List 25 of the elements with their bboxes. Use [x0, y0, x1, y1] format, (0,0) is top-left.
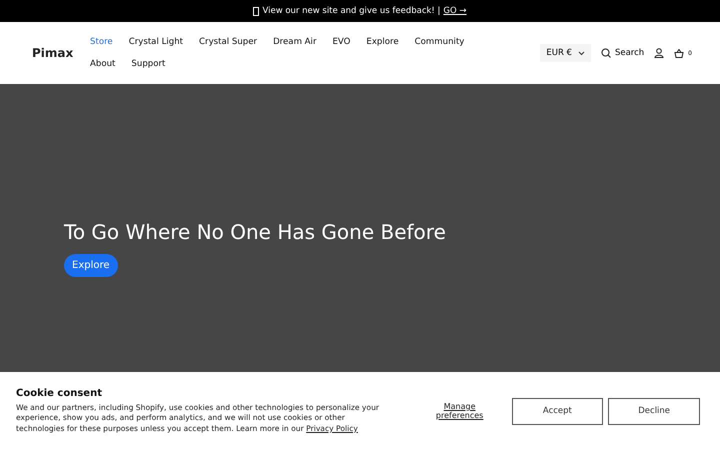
- search-icon: [600, 48, 611, 58]
- chevron-down-icon: [578, 50, 585, 56]
- hero-title: To Go Where No One Has Gone Before: [64, 220, 447, 244]
- cookie-title: Cookie consent: [16, 388, 103, 399]
- nav-link[interactable]: About: [90, 57, 124, 71]
- manage-preferences-link[interactable]: Manage preferences: [434, 402, 485, 420]
- nav-link[interactable]: Crystal Light: [128, 35, 192, 49]
- go-link[interactable]: GO →: [443, 6, 467, 16]
- account-icon[interactable]: [654, 48, 664, 58]
- nav-link[interactable]: Community: [414, 35, 472, 49]
- nav-link[interactable]: Crystal Super: [199, 35, 266, 49]
- nav-link[interactable]: Store: [90, 35, 121, 49]
- nav-link[interactable]: Support: [131, 57, 174, 71]
- nav-link[interactable]: Dream Air: [273, 35, 324, 49]
- nav-link[interactable]: EVO: [332, 35, 358, 49]
- currency-selector[interactable]: EUR €: [540, 44, 591, 62]
- basket-icon: [674, 48, 684, 58]
- search-button[interactable]: Search: [600, 48, 644, 58]
- logo[interactable]: Pimax: [32, 46, 90, 60]
- consent-button[interactable]: Decline: [608, 398, 700, 424]
- announcement-text: View our new site and give us feedback! |: [262, 6, 440, 16]
- explore-button[interactable]: Explore: [64, 254, 118, 276]
- nav-link[interactable]: Explore: [366, 35, 407, 49]
- glyph-icon: [253, 6, 260, 16]
- consent-button[interactable]: Accept: [512, 398, 604, 424]
